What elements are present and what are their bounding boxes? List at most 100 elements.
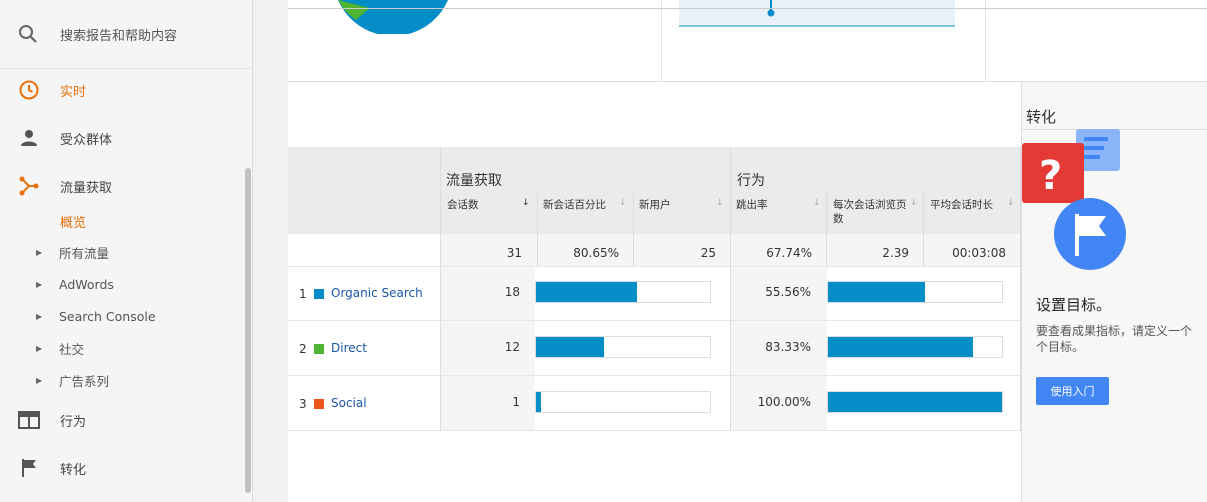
sidebar-scrollbar[interactable] <box>245 168 251 493</box>
group-header-acquisition: 流量获取 <box>446 173 502 189</box>
bounce-bar-fill <box>828 337 973 357</box>
sidebar-subitem-label: 社交 <box>59 341 85 357</box>
col-header-avg-duration[interactable]: 平均会话时长 <box>930 198 993 212</box>
total-duration: 00:03:08 <box>952 246 1006 260</box>
conversion-panel: 转化 ? 设置目标。 要查看成果指标，请定义一个 个目标。 使用入门 <box>1021 82 1207 502</box>
total-bounce: 67.74% <box>766 246 812 260</box>
sort-icon[interactable]: ↓ <box>1007 198 1015 208</box>
col-divider <box>826 192 827 266</box>
sidebar-subitem-label: 广告系列 <box>59 373 110 389</box>
row-index: 2 <box>299 342 307 356</box>
sidebar-item-acquisition[interactable]: 流量获取 <box>0 162 252 210</box>
person-icon <box>18 127 40 149</box>
col-divider <box>633 192 634 266</box>
row-sessions: 18 <box>504 285 520 299</box>
sidebar-subitem-label: Search Console <box>59 308 156 324</box>
conversion-title: 转化 <box>1026 108 1057 126</box>
sort-icon[interactable]: ↓ <box>910 198 918 208</box>
triangle-right-icon: ▶ <box>36 343 43 353</box>
bounce-bar <box>827 336 1003 358</box>
sidebar-subitem-label: 概览 <box>60 215 87 231</box>
sidebar-subitem-label: AdWords <box>59 276 114 292</box>
sidebar-item-behavior[interactable]: 行为 <box>0 396 252 444</box>
top-charts-area <box>288 0 1207 82</box>
totals-label-cell <box>288 234 441 266</box>
col-header-new-session-pct[interactable]: 新会话百分比 <box>543 198 606 212</box>
row-divider <box>288 430 1021 431</box>
row-divider <box>288 320 1021 321</box>
col-header-new-users[interactable]: 新用户 <box>639 198 671 212</box>
panel-divider <box>661 0 662 82</box>
col-header-pages-per-session[interactable]: 每次会话浏览页数 <box>833 198 913 226</box>
sidebar-subitem[interactable]: ▶ 所有流量 <box>0 236 252 268</box>
sidebar-item-label: 流量获取 <box>60 180 113 196</box>
row-sessions: 1 <box>512 395 520 409</box>
row-divider <box>288 266 1021 267</box>
triangle-right-icon: ▶ <box>36 375 43 385</box>
svg-text:?: ? <box>1039 153 1062 199</box>
panel-divider <box>985 0 986 82</box>
col-divider <box>537 192 538 266</box>
search-icon <box>19 25 37 43</box>
sessions-bar-fill <box>536 392 542 412</box>
sidebar-subitem-label: 所有流量 <box>59 245 110 261</box>
sidebar-item-conversions[interactable]: 转化 <box>0 444 252 492</box>
bounce-bar <box>827 281 1003 303</box>
sessions-bar <box>535 391 711 413</box>
total-pages: 2.39 <box>882 246 909 260</box>
sidebar-subitem[interactable]: ▶ Search Console <box>0 300 252 332</box>
conversion-heading: 设置目标。 <box>1036 296 1112 314</box>
top-border-line <box>288 8 1207 9</box>
sidebar-item-label: 受众群体 <box>60 132 113 148</box>
sort-down-icon[interactable]: ↓ <box>522 198 530 208</box>
triangle-right-icon: ▶ <box>36 311 43 321</box>
total-sessions: 31 <box>506 246 522 260</box>
sidebar: 搜索报告和帮助内容 实时 受众群体 流量获取 概览 ▶ 所有流量 ▶ AdWords… <box>0 0 253 502</box>
sidebar-subitem[interactable]: ▶ 社交 <box>0 332 252 364</box>
source-link[interactable]: Direct <box>331 341 367 355</box>
sessions-bar <box>535 281 711 303</box>
sidebar-subitem-overview[interactable]: 概览 <box>0 206 252 236</box>
pie-chart-fragment <box>338 0 448 34</box>
col-header-sessions[interactable]: 会话数 <box>447 198 479 212</box>
bounce-bar <box>827 391 1003 413</box>
row-bounce: 100.00% <box>757 395 811 409</box>
series-color-square <box>314 399 324 409</box>
sidebar-subitem[interactable]: ▶ AdWords <box>0 268 252 300</box>
sidebar-item-audience[interactable]: 受众群体 <box>0 114 252 162</box>
row-index: 1 <box>299 287 307 301</box>
bounce-bar-fill <box>828 392 1002 412</box>
row-bounce: 55.56% <box>765 285 811 299</box>
sort-icon[interactable]: ↓ <box>813 198 821 208</box>
row-index: 3 <box>299 397 307 411</box>
sort-icon[interactable]: ↓ <box>716 198 724 208</box>
goal-illustration-icon: ? <box>1022 129 1126 270</box>
clock-icon <box>18 79 40 101</box>
behavior-icon <box>18 409 40 431</box>
source-link[interactable]: Social <box>331 396 367 410</box>
sidebar-item-label: 实时 <box>60 84 87 100</box>
col-header-bounce-rate[interactable]: 跳出率 <box>736 198 768 212</box>
row-divider <box>288 375 1021 376</box>
triangle-right-icon: ▶ <box>36 279 43 289</box>
sidebar-item-label: 转化 <box>60 462 87 478</box>
get-started-button[interactable]: 使用入门 <box>1036 377 1109 405</box>
series-color-square <box>314 289 324 299</box>
row-bounce: 83.33% <box>765 340 811 354</box>
series-color-square <box>314 344 324 354</box>
source-link[interactable]: Organic Search <box>331 286 423 300</box>
search-label: 搜索报告和帮助内容 <box>60 28 178 44</box>
sidebar-search[interactable]: 搜索报告和帮助内容 <box>0 0 252 69</box>
sidebar-item-label: 行为 <box>60 414 87 430</box>
conversion-description: 要查看成果指标，请定义一个 个目标。 <box>1036 324 1193 354</box>
sessions-bar <box>535 336 711 358</box>
sidebar-item-realtime[interactable]: 实时 <box>0 66 252 114</box>
sort-icon[interactable]: ↓ <box>619 198 627 208</box>
flag-icon <box>18 457 40 479</box>
triangle-right-icon: ▶ <box>36 247 43 257</box>
bounce-bar-fill <box>828 282 925 302</box>
acquisition-icon <box>18 175 40 197</box>
group-header-behavior: 行为 <box>737 173 765 189</box>
sidebar-subitem[interactable]: ▶ 广告系列 <box>0 364 252 396</box>
total-new-users: 25 <box>700 246 716 260</box>
